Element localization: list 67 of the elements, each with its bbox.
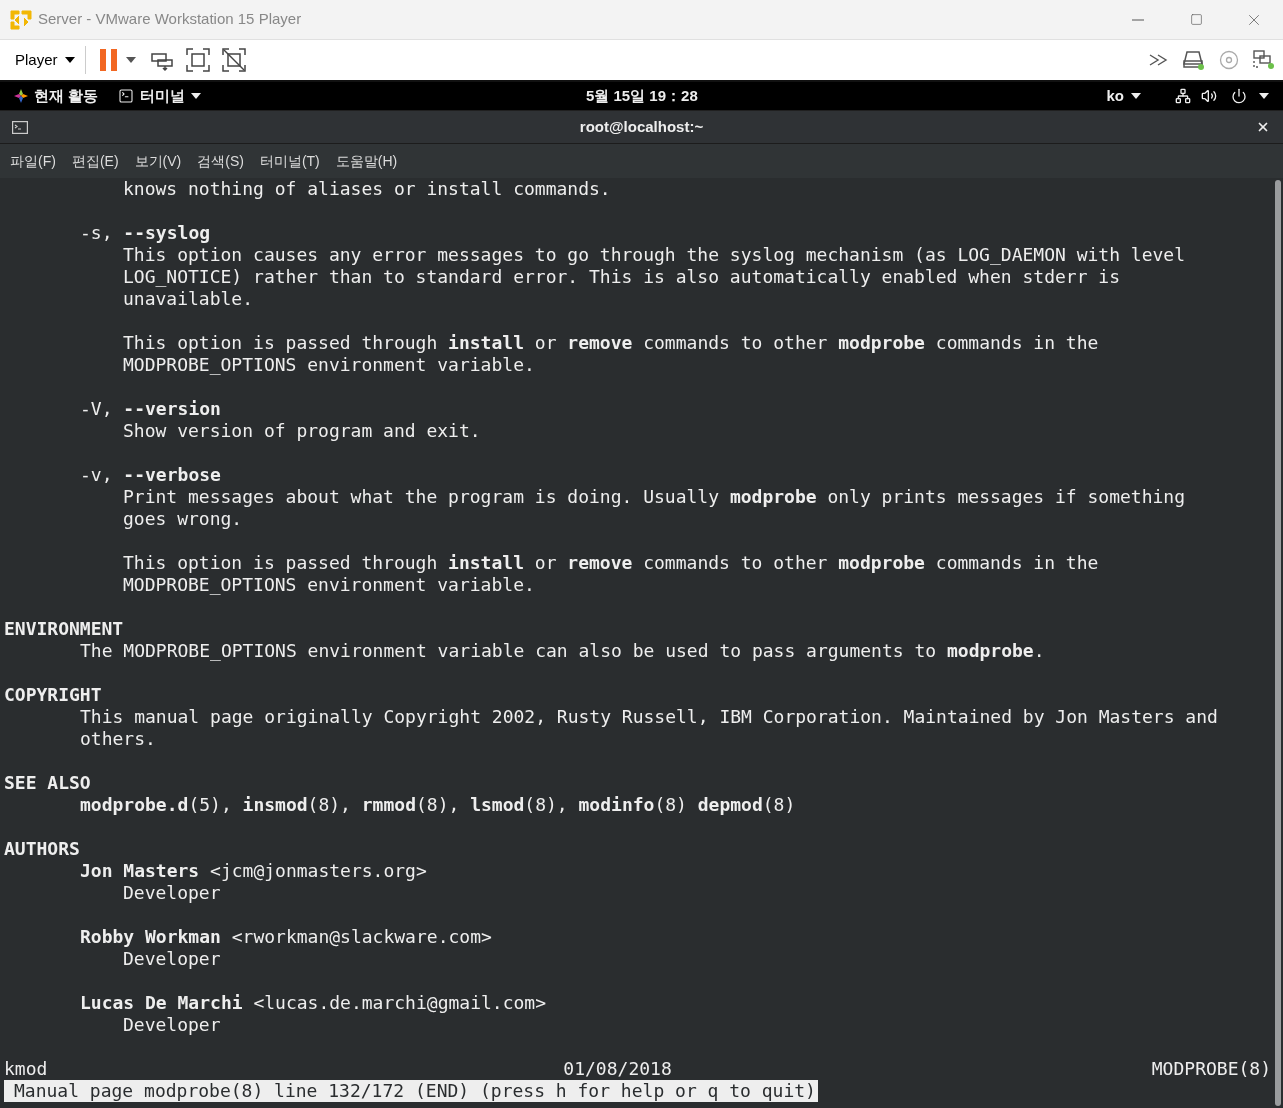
terminal-title: root@localhost:~ (578, 116, 705, 137)
minimize-icon (1132, 18, 1144, 21)
manual-text: MODPROBE_OPTIONS environment variable. (123, 354, 535, 375)
input-method-menu[interactable]: ko (1106, 84, 1141, 108)
player-menu[interactable]: Player (15, 48, 85, 72)
terminal-icon (118, 88, 135, 104)
menu-item[interactable]: 터미널(T) (259, 150, 320, 172)
manual-text: Show version of program and exit. (123, 420, 481, 441)
window-title: Server - VMware Workstation 15 Player (38, 9, 302, 30)
menu-item[interactable]: 검색(S) (197, 150, 244, 172)
network-adapter-icon[interactable] (1253, 50, 1275, 70)
manual-text: This manual page originally Copyright 2002, Rusty Russell, IBM Corporation. Maintained by Jon Masters and (80, 706, 1218, 727)
manual-text: Jon Masters <jcm@jonmasters.org> (80, 860, 427, 881)
section-heading: COPYRIGHT (4, 684, 102, 705)
menu-item[interactable]: 보기(V) (134, 150, 182, 172)
caret-icon (125, 57, 136, 63)
manual-text: unavailable. (123, 288, 254, 309)
manual-text: Developer (123, 1014, 221, 1035)
activities-button[interactable]: 현재 활동 (14, 84, 99, 108)
manual-text: others. (80, 728, 156, 749)
section-heading: ENVIRONMENT (4, 618, 124, 639)
fullscreen-icon[interactable] (185, 48, 210, 72)
caret-icon (64, 57, 75, 63)
menu-item[interactable]: 도움말(H) (335, 150, 398, 172)
app-logo-icon (10, 9, 32, 30)
terminal-icon (12, 120, 28, 134)
section-heading: AUTHORS (4, 838, 80, 859)
manual-text: goes wrong. (123, 508, 243, 529)
footer-right: MODPROBE(8) (1151, 1058, 1271, 1080)
unity-mode-icon[interactable] (221, 48, 246, 72)
manual-text: Robby Workman <rworkman@slackware.com> (80, 926, 492, 947)
footer-center: 01/08/2018 (563, 1058, 672, 1080)
manual-text: Developer (123, 948, 221, 969)
caret-icon (1259, 93, 1269, 99)
flower-logo-icon (14, 89, 28, 103)
manual-text: Print messages about what the program is doing. Usually modprobe only prints messages if something (123, 486, 1186, 507)
clock-button[interactable]: 5월 15일 19：28 (586, 84, 698, 108)
scrollbar[interactable] (1275, 178, 1283, 1108)
network-icon[interactable] (1175, 88, 1191, 104)
manual-text: This option is passed through install or remove commands to other modprobe commands in the (123, 332, 1099, 353)
footer-left: kmod (4, 1058, 48, 1080)
maximize-icon (1189, 13, 1203, 26)
manual-text: -v, --verbose (80, 464, 221, 485)
menu-item[interactable]: 파일(F) (10, 150, 56, 172)
manual-text: Developer (123, 882, 221, 903)
menu-item[interactable]: 편집(E) (71, 150, 119, 172)
manual-text: modprobe.d(5), insmod(8), rmmod(8), lsmod(8), modinfo(8) depmod(8) (80, 794, 796, 815)
section-heading: SEE ALSO (4, 772, 91, 793)
manual-text: Lucas De Marchi <lucas.de.marchi@gmail.com> (80, 992, 546, 1013)
caret-icon (191, 93, 202, 99)
pager-status: Manual page modprobe(8) line 132/172 (END) (press h for help or q to quit) (4, 1080, 818, 1102)
manual-text: MODPROBE_OPTIONS environment variable. (123, 574, 535, 595)
double-chevron-icon[interactable] (1149, 54, 1169, 66)
manual-text: -V, --version (80, 398, 221, 419)
manual-text: LOG_NOTICE) rather than to standard error. This is also automatically enabled when stderr is (123, 266, 1120, 287)
manual-text: -s, --syslog (80, 222, 211, 243)
close-icon (1256, 120, 1270, 134)
volume-icon[interactable] (1201, 88, 1217, 104)
terminal-app-menu[interactable]: 터미널 (118, 84, 202, 108)
manual-text: knows nothing of aliases or install commands. (123, 178, 611, 199)
power-icon[interactable] (1231, 88, 1247, 104)
manual-text: This option is passed through install or remove commands to other modprobe commands in the (123, 552, 1099, 573)
manual-text: This option causes any error messages to go through the syslog mechanism (as LOG_DAEMON with level (123, 244, 1186, 265)
hard-disk-icon[interactable] (1183, 50, 1205, 70)
manual-text: The MODPROBE_OPTIONS environment variable can also be used to pass arguments to modprobe. (80, 640, 1045, 661)
pause-icon[interactable] (99, 49, 118, 71)
caret-icon (1131, 93, 1141, 99)
